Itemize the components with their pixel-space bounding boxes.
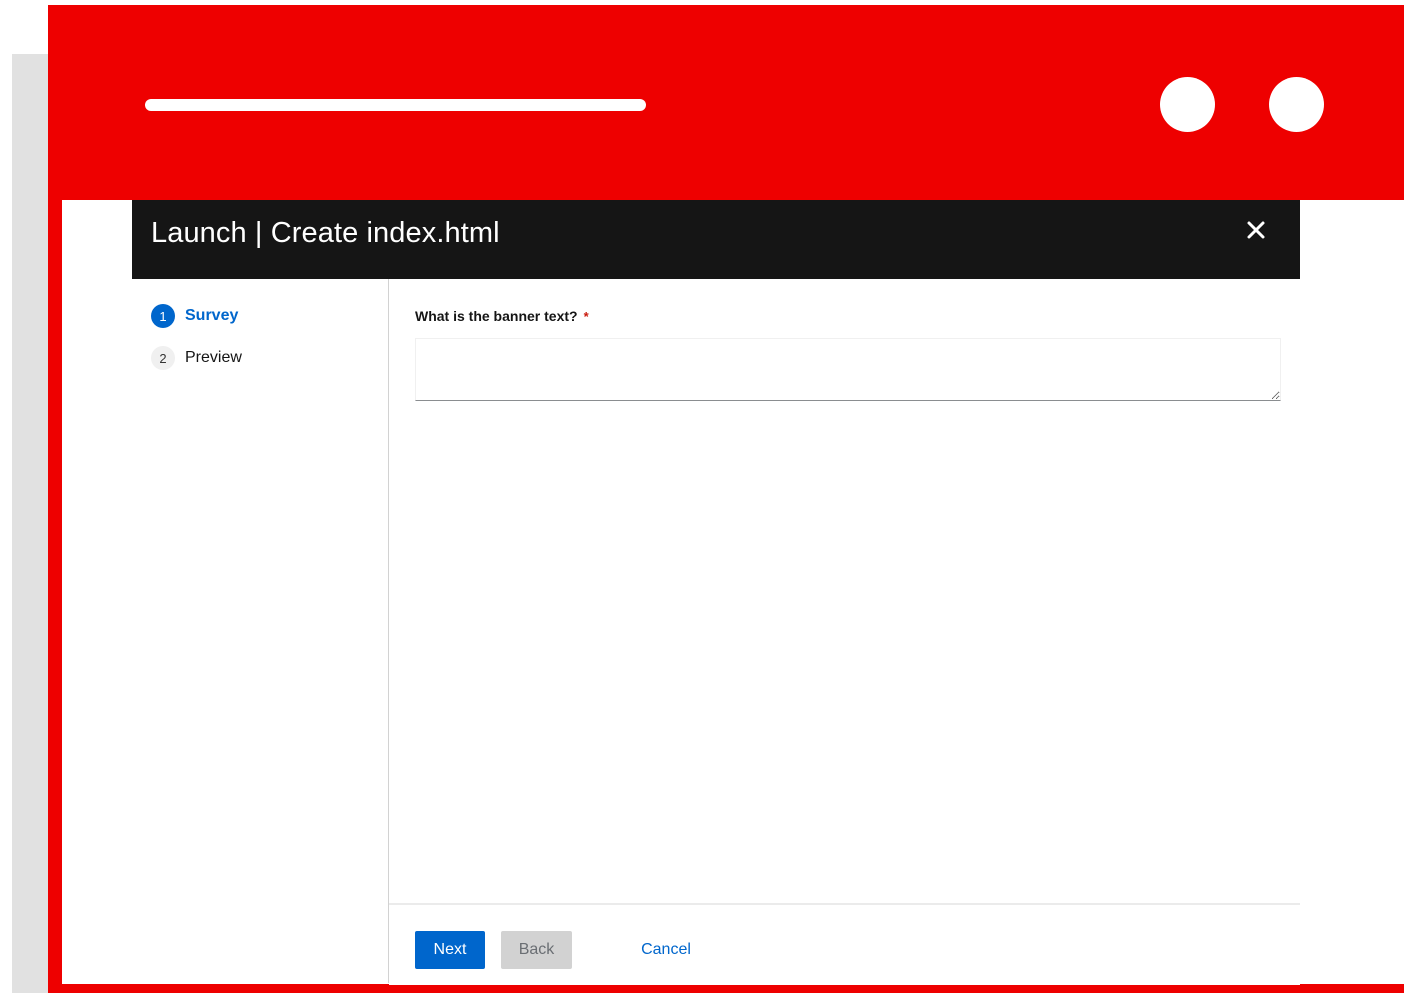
cancel-button[interactable]: Cancel (623, 931, 709, 969)
title-placeholder-bar (145, 99, 646, 111)
screen: Launch | Create index.html 1 Survey 2 Pr… (0, 0, 1404, 993)
step-label: Survey (185, 307, 239, 324)
wizard-step-survey[interactable]: 1 Survey (151, 303, 238, 329)
required-marker: * (583, 309, 589, 324)
step-label: Preview (185, 349, 242, 366)
wizard-body: What is the banner text? * (389, 279, 1300, 903)
circle-button-1[interactable] (1160, 77, 1215, 132)
close-icon[interactable] (1244, 218, 1268, 242)
side-gray-strip (12, 54, 48, 993)
banner-text-input[interactable] (415, 338, 1281, 401)
circle-button-2[interactable] (1269, 77, 1324, 132)
step-number-badge: 1 (151, 304, 175, 328)
question-text: What is the banner text? (415, 308, 578, 324)
modal-header: Launch | Create index.html (132, 200, 1300, 279)
wizard-nav: 1 Survey 2 Preview (132, 279, 389, 983)
wizard-step-preview[interactable]: 2 Preview (151, 345, 242, 371)
wizard-footer: Next Back Cancel (389, 903, 1300, 985)
back-button[interactable]: Back (501, 931, 572, 969)
banner-text-label: What is the banner text? * (415, 308, 589, 324)
modal-title: Launch | Create index.html (151, 217, 500, 249)
step-number-badge: 2 (151, 346, 175, 370)
next-button[interactable]: Next (415, 931, 485, 969)
